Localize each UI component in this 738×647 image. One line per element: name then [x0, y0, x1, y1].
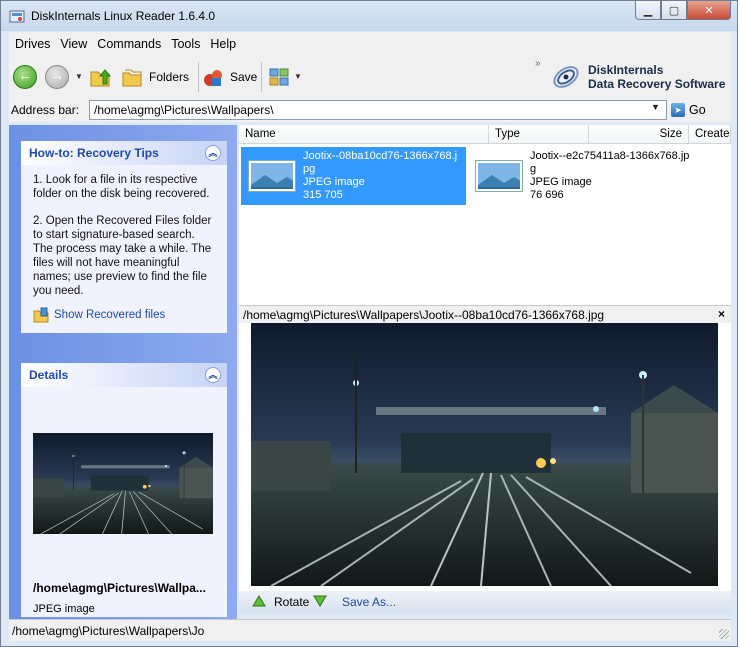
tip-step-1: 1. Look for a file in its respective fol… — [33, 174, 210, 200]
folders-button[interactable]: Folders — [149, 70, 189, 84]
view-dropdown-icon[interactable]: ▼ — [294, 72, 302, 81]
menu-help[interactable]: Help — [210, 37, 236, 51]
file-type: JPEG image — [303, 176, 365, 188]
title-bar[interactable]: DiskInternals Linux Reader 1.6.4.0 ▁ ▢ ✕ — [1, 1, 737, 31]
column-type[interactable]: Type — [489, 125, 589, 144]
diskinternals-logo-icon — [553, 66, 579, 88]
preview-toolbar: Rotate Save As... — [239, 591, 731, 613]
minimize-button[interactable]: ▁ — [635, 1, 661, 20]
go-button[interactable]: Go — [689, 103, 706, 117]
file-size: 76 696 — [530, 189, 564, 201]
forward-button[interactable]: → — [45, 65, 69, 89]
folder-up-icon[interactable] — [89, 66, 111, 88]
save-icon — [204, 70, 222, 86]
preview-close-icon[interactable]: × — [718, 307, 725, 321]
file-name: Jootix--e2c75411a8-1366x768.jpg — [530, 150, 690, 175]
details-header[interactable]: Details ︽ — [21, 363, 227, 387]
details-body: /home\agmg\Pictures\Wallpa... JPEG image — [21, 387, 227, 617]
close-icon: ✕ — [704, 4, 714, 17]
app-logo-icon — [9, 10, 25, 23]
toolbar-separator — [261, 62, 262, 92]
address-bar: Address bar: ▼ ➤ Go — [9, 98, 731, 122]
address-label: Address bar: — [11, 103, 80, 117]
address-dropdown-icon[interactable]: ▼ — [651, 102, 660, 112]
column-created[interactable]: Created — [689, 125, 731, 144]
app-window: DiskInternals Linux Reader 1.6.4.0 ▁ ▢ ✕… — [0, 0, 738, 647]
rotate-label: Rotate — [274, 595, 310, 609]
file-size: 315 705 — [303, 189, 343, 201]
menu-view[interactable]: View — [60, 37, 87, 51]
menu-tools[interactable]: Tools — [171, 37, 200, 51]
toolbar-separator — [198, 62, 199, 92]
window-title: DiskInternals Linux Reader 1.6.4.0 — [31, 9, 216, 23]
brand-tagline: Data Recovery Software — [588, 77, 726, 91]
preview-header: /home\agmg\Pictures\Wallpapers\Jootix--0… — [239, 305, 731, 323]
forward-arrow-icon: → — [50, 67, 64, 83]
preview-image — [251, 323, 718, 586]
rotate-right-icon[interactable] — [312, 594, 328, 608]
rotate-left-icon[interactable] — [251, 594, 267, 608]
save-as-link[interactable]: Save As... — [342, 595, 396, 609]
column-size[interactable]: Size — [589, 125, 689, 144]
history-dropdown-icon[interactable]: ▼ — [75, 72, 83, 81]
file-name: Jootix--08ba10cd76-1366x768.jpg — [303, 150, 458, 175]
details-card: Details ︽ /home\agmg\Pictures\Wallpa... … — [21, 363, 227, 617]
task-pane: How-to: Recovery Tips ︽ 1. Look for a fi… — [9, 125, 237, 619]
preview-file-path: /home\agmg\Pictures\Wallpapers\Jootix--0… — [243, 308, 605, 322]
details-file-path: /home\agmg\Pictures\Wallpa... — [33, 581, 206, 595]
window-controls: ▁ ▢ ✕ — [635, 1, 731, 21]
column-name[interactable]: Name — [239, 125, 489, 144]
view-mode-icon[interactable] — [268, 66, 290, 88]
resize-grip-icon[interactable] — [719, 629, 729, 639]
details-thumbnail — [33, 433, 213, 534]
maximize-icon: ▢ — [668, 4, 680, 17]
recovery-tips-header[interactable]: How-to: Recovery Tips ︽ — [21, 141, 227, 165]
file-thumbnail — [249, 161, 295, 191]
status-bar: /home\agmg\Pictures\Wallpapers\Jo — [9, 619, 731, 641]
recovery-tips-title: How-to: Recovery Tips — [29, 146, 159, 160]
recovered-files-icon — [33, 307, 49, 323]
details-title: Details — [29, 368, 69, 382]
show-recovered-row[interactable]: Show Recovered files — [33, 307, 215, 323]
tip-step-2: 2. Open the Recovered Files folder to st… — [33, 215, 212, 297]
status-path: /home\agmg\Pictures\Wallpapers\Jo — [12, 624, 205, 638]
menu-drives[interactable]: Drives — [15, 37, 50, 51]
chevron-right-icon[interactable]: » — [535, 58, 541, 69]
back-button[interactable]: ← — [13, 65, 37, 89]
brand-name: DiskInternals — [588, 63, 664, 77]
show-recovered-files-link[interactable]: Show Recovered files — [54, 308, 165, 322]
minimize-icon: ▁ — [643, 4, 653, 17]
recovery-tips-body: 1. Look for a file in its respective fol… — [21, 165, 227, 333]
file-tile[interactable]: Jootix--08ba10cd76-1366x768.jpg JPEG ima… — [241, 147, 466, 205]
file-tile[interactable]: Jootix--e2c75411a8-1366x768.jpg JPEG ima… — [468, 147, 693, 205]
file-type: JPEG image — [530, 176, 592, 188]
menu-commands[interactable]: Commands — [97, 37, 161, 51]
file-list: Name Type Size Created Jootix--08ba10cd7… — [239, 125, 731, 305]
save-button[interactable]: Save — [230, 70, 257, 84]
file-tile-info: Jootix--e2c75411a8-1366x768.jpg JPEG ima… — [530, 150, 690, 202]
toolbar: ← → ▼ Folders Save ▼ » DiskInternals Dat… — [9, 56, 731, 98]
folders-icon — [122, 69, 142, 87]
back-arrow-icon: ← — [18, 67, 32, 83]
maximize-button[interactable]: ▢ — [661, 1, 687, 20]
file-tile-info: Jootix--08ba10cd76-1366x768.jpg JPEG ima… — [303, 150, 463, 202]
go-arrow-icon[interactable]: ➤ — [671, 103, 685, 117]
file-thumbnail — [476, 161, 522, 191]
recovery-tips-card: How-to: Recovery Tips ︽ 1. Look for a fi… — [21, 141, 227, 333]
close-button[interactable]: ✕ — [687, 1, 731, 20]
collapse-up-icon[interactable]: ︽ — [205, 145, 221, 161]
details-file-type: JPEG image — [33, 603, 95, 615]
address-input[interactable] — [89, 100, 667, 120]
menu-bar: Drives View Commands Tools Help — [9, 32, 731, 56]
preview-pane — [239, 323, 731, 591]
collapse-up-icon[interactable]: ︽ — [205, 367, 221, 383]
